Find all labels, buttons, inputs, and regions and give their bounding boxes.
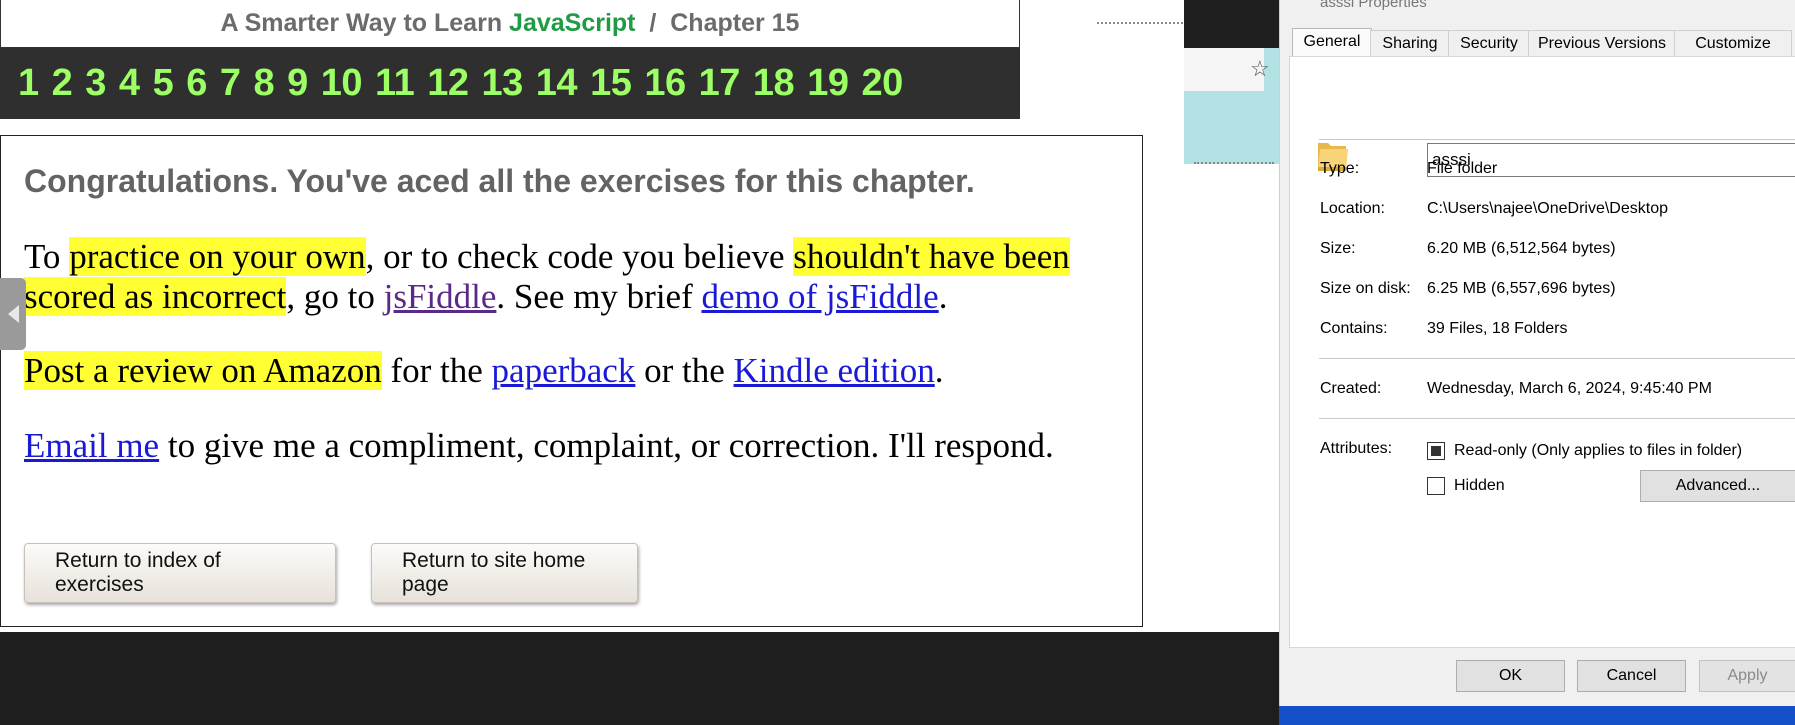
ok-button[interactable]: OK: [1456, 660, 1565, 692]
separator-2: [1319, 358, 1795, 359]
type-value: File folder: [1427, 160, 1498, 177]
readonly-checkbox[interactable]: [1427, 442, 1445, 460]
chapter-link-4[interactable]: 4: [119, 62, 140, 105]
chapter-link-16[interactable]: 16: [644, 62, 686, 105]
return-index-button[interactable]: Return to index of exercises: [24, 543, 336, 603]
chapter-link-18[interactable]: 18: [753, 62, 795, 105]
jsfiddle-link[interactable]: jsFiddle: [384, 277, 497, 316]
chapter-link-15[interactable]: 15: [590, 62, 632, 105]
tab-general[interactable]: General: [1292, 28, 1372, 59]
dotted-divider-2: [1194, 162, 1274, 164]
p2-text-b: or the: [635, 351, 734, 390]
kindle-link[interactable]: Kindle edition: [734, 351, 935, 390]
p1-text-b: , or to check code you believe: [365, 237, 794, 276]
p1-text-a: To: [24, 237, 70, 276]
size-on-disk-label: Size on disk:: [1320, 280, 1411, 297]
email-me-link[interactable]: Email me: [24, 426, 159, 465]
congrats-heading: Congratulations. You've aced all the exe…: [24, 163, 975, 199]
size-on-disk-value: 6.25 MB (6,557,696 bytes): [1427, 280, 1616, 297]
chapter-link-13[interactable]: 13: [482, 62, 524, 105]
tab-sharing[interactable]: Sharing: [1370, 30, 1450, 57]
paperback-link[interactable]: paperback: [492, 351, 636, 390]
background-browser: ☆: [1184, 0, 1280, 632]
p1-text-d: . See my brief: [496, 277, 702, 316]
chapter-link-9[interactable]: 9: [287, 62, 308, 105]
chapter-link-17[interactable]: 17: [699, 62, 741, 105]
attributes-label: Attributes:: [1320, 440, 1393, 457]
p1-text-e: .: [938, 277, 948, 316]
p3-text-a: to give me a compliment, complaint, or c…: [159, 426, 1054, 465]
size-label: Size:: [1320, 240, 1356, 257]
side-panel-toggle[interactable]: [0, 278, 26, 350]
tab-previous-versions[interactable]: Previous Versions: [1528, 30, 1676, 57]
properties-dialog: asssi Properties General Sharing Securit…: [1279, 0, 1795, 710]
chapter-link-1[interactable]: 1: [18, 62, 39, 105]
taskbar-strip: [1279, 706, 1795, 725]
practice-paragraph: To practice on your own, or to check cod…: [24, 237, 1124, 317]
chevron-left-icon: [7, 305, 19, 323]
readonly-label: Read-only (Only applies to files in fold…: [1454, 442, 1743, 459]
header-prefix: A Smarter Way to Learn: [220, 9, 510, 37]
header-accent: JavaScript: [509, 9, 636, 37]
created-value: Wednesday, March 6, 2024, 9:45:40 PM: [1427, 380, 1712, 397]
chapter-link-20[interactable]: 20: [861, 62, 903, 105]
apply-button[interactable]: Apply: [1699, 660, 1795, 692]
header-chapter: / Chapter 15: [635, 9, 800, 37]
p2-text-a: for the: [381, 351, 492, 390]
chapter-link-11[interactable]: 11: [375, 62, 415, 105]
chapter-link-14[interactable]: 14: [536, 62, 578, 105]
chapter-link-3[interactable]: 3: [85, 62, 106, 105]
contains-label: Contains:: [1320, 320, 1388, 337]
content-box: Congratulations. You've aced all the exe…: [0, 135, 1143, 627]
review-paragraph: Post a review on Amazon for the paperbac…: [24, 351, 1124, 391]
browser-top-strip: [1184, 0, 1280, 48]
chapter-link-7[interactable]: 7: [220, 62, 241, 105]
site-header: A Smarter Way to Learn JavaScript / Chap…: [0, 0, 1020, 48]
tab-customize[interactable]: Customize: [1674, 30, 1792, 57]
size-value: 6.20 MB (6,512,564 bytes): [1427, 240, 1616, 257]
hidden-checkbox[interactable]: [1427, 477, 1445, 495]
contains-value: 39 Files, 18 Folders: [1427, 320, 1568, 337]
cancel-button[interactable]: Cancel: [1577, 660, 1686, 692]
browser-content-strip: [1184, 112, 1280, 164]
chapter-link-6[interactable]: 6: [186, 62, 207, 105]
tab-security[interactable]: Security: [1448, 30, 1530, 57]
dialog-title: asssi Properties: [1320, 0, 1427, 11]
p2-text-c: .: [934, 351, 944, 390]
chapter-link-12[interactable]: 12: [427, 62, 469, 105]
separator-3: [1319, 418, 1795, 419]
location-value: C:\Users\najee\OneDrive\Desktop: [1427, 200, 1668, 217]
p1-highlight-1: practice on your own: [69, 237, 366, 276]
demo-jsfiddle-link[interactable]: demo of jsFiddle: [701, 277, 938, 316]
general-tab-panel: Type: File folder Location: C:\Users\naj…: [1289, 56, 1795, 648]
advanced-button[interactable]: Advanced...: [1640, 470, 1795, 502]
hidden-label: Hidden: [1454, 477, 1505, 494]
p1-text-c: , go to: [286, 277, 384, 316]
chapter-link-8[interactable]: 8: [253, 62, 274, 105]
return-home-button[interactable]: Return to site home page: [371, 543, 638, 603]
chapter-link-10[interactable]: 10: [321, 62, 363, 105]
dotted-divider: [1097, 22, 1183, 24]
type-label: Type:: [1320, 160, 1360, 177]
web-page: A Smarter Way to Learn JavaScript / Chap…: [0, 0, 1184, 632]
email-paragraph: Email me to give me a compliment, compla…: [24, 426, 1124, 466]
created-label: Created:: [1320, 380, 1382, 397]
star-icon[interactable]: ☆: [1250, 56, 1270, 82]
chapter-link-2[interactable]: 2: [52, 62, 73, 105]
p2-highlight: Post a review on Amazon: [24, 351, 382, 390]
separator-1: [1319, 139, 1795, 140]
chapter-link-19[interactable]: 19: [807, 62, 849, 105]
chapter-link-5[interactable]: 5: [153, 62, 174, 105]
chapter-nav: 1 2 3 4 5 6 7 8 9 10 11 12 13 14 15 16 1…: [0, 48, 1020, 119]
location-label: Location:: [1320, 200, 1385, 217]
